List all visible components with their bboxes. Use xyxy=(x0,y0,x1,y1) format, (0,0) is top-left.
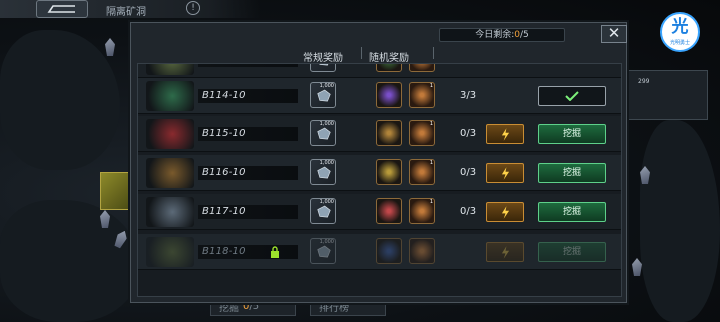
col-regular-reward: 常规奖励 xyxy=(303,53,343,64)
dig-count: 0/3 xyxy=(460,167,477,178)
cave-rock-left-bottom xyxy=(0,200,140,322)
dig-button[interactable]: 挖掘 xyxy=(538,202,606,222)
random-reward-gem[interactable] xyxy=(376,82,402,108)
column-divider xyxy=(361,47,362,59)
regular-reward-item[interactable]: 1,000 xyxy=(310,82,336,108)
ore-icon xyxy=(317,166,331,179)
lightning-icon xyxy=(501,127,509,141)
remaining-label: 今日剩余: xyxy=(475,30,515,40)
gem-qty: 1 xyxy=(429,121,433,127)
monster-portrait xyxy=(146,119,194,149)
mine-row: B118-10 1,000 挖掘 xyxy=(138,234,621,270)
regular-reward-item[interactable]: 1,000 xyxy=(310,120,336,146)
mine-row: B116-10 1,000 1 0/3 挖掘 xyxy=(138,155,621,191)
reward-qty: 1,000 xyxy=(319,239,334,245)
mine-row: B117-10 1,000 1 0/3 挖掘 xyxy=(138,194,621,230)
quick-dig-button[interactable] xyxy=(486,242,524,262)
gem-qty: 1 xyxy=(429,160,433,166)
monster-portrait xyxy=(146,64,194,75)
dig-count: 4/5 xyxy=(460,64,476,65)
remaining-total: /5 xyxy=(520,30,529,40)
completed-indicator xyxy=(538,86,606,106)
page-title: 隔离矿洞 xyxy=(106,7,146,18)
random-reward-ore[interactable]: 1 xyxy=(409,159,435,185)
ore-icon xyxy=(319,64,329,66)
lightning-icon xyxy=(501,245,509,259)
lightning-icon xyxy=(501,205,509,219)
dig-count: 0/3 xyxy=(460,128,477,139)
quick-dig-button[interactable] xyxy=(486,124,524,144)
monster-portrait xyxy=(146,237,194,267)
badge-sub: 光明勇士 xyxy=(669,40,690,46)
gem-qty: 1 xyxy=(429,83,433,89)
level-label: B116-10 xyxy=(202,167,246,178)
level-label: B115-10 xyxy=(202,128,246,139)
reward-qty: 1,000 xyxy=(319,83,334,89)
level-label: B118-10 xyxy=(202,246,246,257)
side-count: 299 xyxy=(638,78,650,85)
level-label: B117-10 xyxy=(202,206,246,217)
random-reward-gem[interactable] xyxy=(376,120,402,146)
random-reward-ore[interactable]: 1 xyxy=(409,120,435,146)
dig-count: 0/3 xyxy=(460,206,477,217)
reward-qty: 1,000 xyxy=(319,160,334,166)
back-arrow-icon xyxy=(47,5,75,13)
dig-count: 3/3 xyxy=(460,90,477,101)
info-icon[interactable]: ! xyxy=(186,1,200,15)
ore-icon xyxy=(317,89,331,102)
regular-reward-item[interactable]: 1,000 xyxy=(310,238,336,264)
cave-rock-left xyxy=(0,30,120,170)
regular-reward-item[interactable]: 1,000 xyxy=(310,159,336,185)
random-reward-ore[interactable] xyxy=(409,238,435,264)
lock-icon xyxy=(271,246,279,258)
quick-dig-button[interactable] xyxy=(486,202,524,222)
monster-portrait xyxy=(146,197,194,227)
random-reward-ore[interactable]: 1 xyxy=(409,82,435,108)
dig-button[interactable]: 挖掘 xyxy=(538,163,606,183)
level-label: B113-10 xyxy=(202,64,246,65)
mine-row: B114-10 1,000 1 3/3 xyxy=(138,78,621,114)
map-thumbnail[interactable] xyxy=(100,172,132,210)
random-reward-gem[interactable] xyxy=(376,198,402,224)
mine-row: B115-10 1,000 1 0/3 挖掘 xyxy=(138,116,621,152)
dig-button[interactable]: 挖掘 xyxy=(538,242,606,262)
column-divider xyxy=(433,47,434,59)
col-random-reward: 随机奖励 xyxy=(369,53,409,64)
random-reward-gem[interactable] xyxy=(376,159,402,185)
badge-char: 光 xyxy=(671,17,689,37)
ore-icon xyxy=(317,245,331,258)
regular-reward-item[interactable]: 1,000 xyxy=(310,198,336,224)
back-button[interactable] xyxy=(36,0,88,18)
random-reward-ore[interactable]: 1 xyxy=(409,64,435,72)
app-badge: 光 光明勇士 xyxy=(660,12,700,52)
gem-qty: 1 xyxy=(429,199,433,205)
reward-qty: 1,000 xyxy=(319,199,334,205)
reward-qty: 1,000 xyxy=(319,121,334,127)
mine-list[interactable]: B113-10 1,000 1 4/5 B114-10 1,000 1 3/3 B115-10 1… xyxy=(137,63,622,297)
random-reward-gem[interactable] xyxy=(376,238,402,264)
regular-reward-item[interactable]: 1,000 xyxy=(310,64,336,72)
quick-dig-button[interactable] xyxy=(486,163,524,183)
cave-rock-right xyxy=(640,120,720,322)
crystal-decoration xyxy=(105,38,115,56)
remaining-counter: 今日剩余:0/5 xyxy=(439,28,565,42)
level-label: B114-10 xyxy=(202,90,246,101)
game-screen: 隔离矿洞 ! 光 光明勇士 299 挖掘 0 /5 排行榜 今日剩余:0/5 ✕… xyxy=(0,0,720,322)
mine-row: B113-10 1,000 1 4/5 xyxy=(138,64,621,78)
monster-portrait xyxy=(146,158,194,188)
ore-icon xyxy=(317,205,331,218)
monster-portrait xyxy=(146,81,194,111)
check-icon xyxy=(565,91,579,101)
close-button[interactable]: ✕ xyxy=(601,25,627,43)
dig-button[interactable]: 挖掘 xyxy=(538,124,606,144)
lightning-icon xyxy=(501,166,509,180)
random-reward-ore[interactable]: 1 xyxy=(409,198,435,224)
random-reward-gem[interactable] xyxy=(376,64,402,72)
mine-modal: 今日剩余:0/5 ✕ 常规奖励 随机奖励 B113-101,00014/5B11… xyxy=(130,22,627,303)
ore-icon xyxy=(317,127,331,140)
